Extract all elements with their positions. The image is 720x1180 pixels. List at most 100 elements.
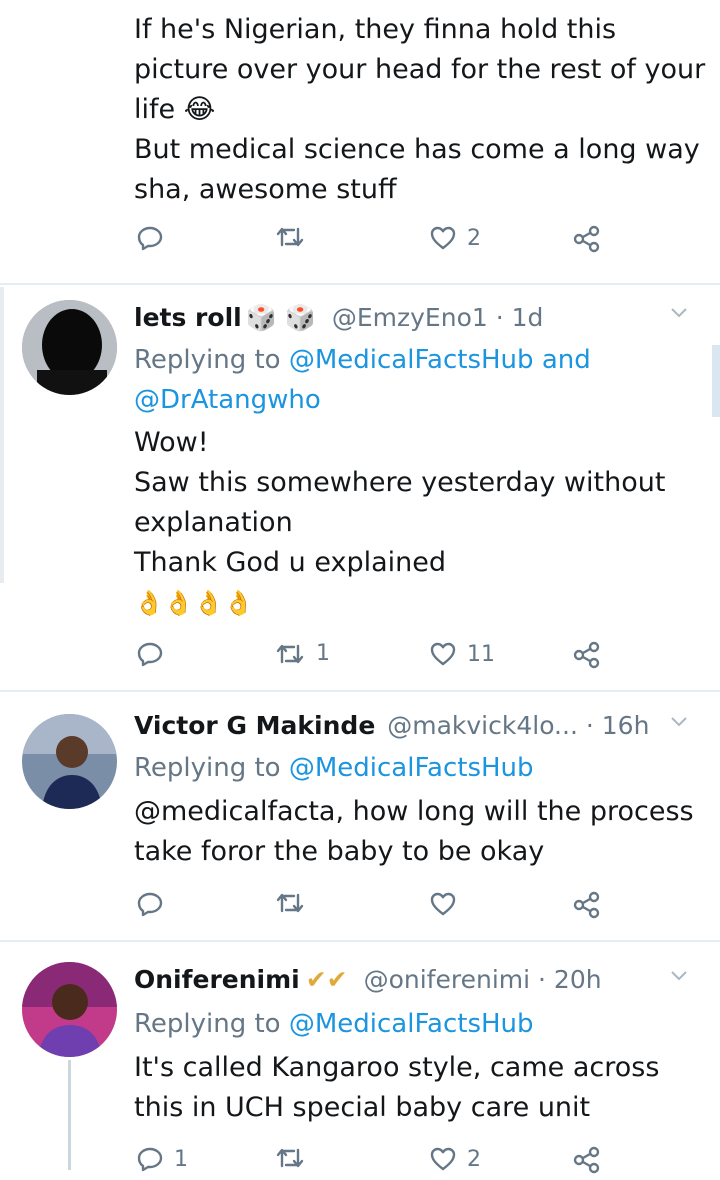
reply-button[interactable]: 1	[136, 1146, 188, 1172]
chevron-down-icon[interactable]	[670, 712, 688, 733]
handle[interactable]: @makvick4lo...	[387, 711, 578, 740]
body-line: But medical science has come a long way	[134, 134, 700, 165]
reply-button[interactable]	[136, 641, 174, 667]
replying-to: Replying to @MedicalFactsHub	[134, 748, 534, 788]
timestamp[interactable]: 20h	[554, 965, 602, 994]
replying-to-2: @DrAtangwho	[134, 380, 321, 420]
chevron-down-icon[interactable]	[670, 966, 688, 987]
reply-icon	[137, 226, 163, 251]
timestamp[interactable]: 16h	[602, 711, 650, 740]
body-line: Wow!	[134, 427, 209, 458]
dice-emoji: 🎲 🎲	[245, 303, 316, 332]
retweet-button[interactable]	[274, 1146, 316, 1170]
timestamp[interactable]: 1d	[512, 303, 544, 332]
avatar[interactable]	[22, 714, 117, 809]
replying-to: Replying to @MedicalFactsHub	[134, 1004, 534, 1044]
tweet-header: Victor G Makinde @makvick4lo... · 16h	[134, 710, 649, 742]
separator: ·	[495, 303, 504, 332]
body-line: 👌👌👌👌	[134, 589, 254, 617]
display-name[interactable]: lets roll	[134, 303, 242, 332]
avatar-image	[22, 714, 117, 809]
tweet-actions	[0, 891, 720, 925]
body-line: life 😂	[134, 94, 216, 125]
tweet-actions: 1 11	[0, 641, 720, 675]
like-button[interactable]	[429, 891, 467, 917]
divider	[0, 940, 720, 942]
replying-and: and	[541, 345, 591, 375]
handle[interactable]: @oniferenimi	[364, 965, 530, 994]
replying-to: Replying to @MedicalFactsHub and	[134, 340, 591, 380]
tweet-header: Oniferenimi ✔✔ @oniferenimi · 20h	[134, 964, 602, 996]
body-line: Thank God u explained	[134, 547, 447, 578]
body-line: this in UCH special baby care unit	[134, 1092, 591, 1123]
reply-button[interactable]	[136, 891, 174, 917]
display-name[interactable]: Oniferenimi	[134, 965, 300, 994]
tweet-body: Wow! Saw this somewhere yesterday withou…	[134, 423, 704, 623]
body-line: picture over your head for the rest of y…	[134, 54, 706, 85]
share-button[interactable]	[572, 1146, 602, 1174]
tweet-actions: 1 2	[0, 1146, 720, 1180]
reply-icon	[137, 892, 163, 917]
body-line: Saw this somewhere yesterday without	[134, 467, 666, 498]
share-button[interactable]	[572, 641, 602, 669]
like-count: 2	[467, 1146, 481, 1172]
body-line: If he's Nigerian, they finna hold this	[134, 14, 617, 45]
chevron-down-icon[interactable]	[670, 303, 688, 324]
tweet-header: lets roll 🎲 🎲 @EmzyEno1 · 1d	[134, 302, 543, 334]
like-button[interactable]: 2	[429, 225, 481, 251]
share-button[interactable]	[572, 891, 602, 919]
like-button[interactable]: 2	[429, 1146, 481, 1172]
reply-count: 1	[174, 1146, 188, 1172]
divider	[0, 690, 720, 692]
avatar[interactable]	[22, 962, 117, 1057]
divider	[0, 283, 720, 285]
mention-link[interactable]: @MedicalFactsHub	[289, 345, 534, 375]
retweet-button[interactable]	[274, 225, 316, 249]
body-line: @medicalfacta, how long will the process	[134, 796, 694, 827]
avatar-image	[22, 300, 117, 395]
tweet-body: It's called Kangaroo style, came across …	[134, 1048, 704, 1128]
like-count: 11	[467, 641, 495, 667]
retweet-count: 1	[316, 641, 330, 666]
heart-icon	[430, 892, 456, 916]
separator: ·	[538, 965, 546, 994]
body-line: sha, awesome stuff	[134, 174, 397, 205]
share-icon	[573, 1146, 600, 1174]
avatar[interactable]	[22, 300, 117, 395]
mention-link[interactable]: @MedicalFactsHub	[289, 753, 534, 783]
replying-prefix: Replying to	[134, 753, 281, 783]
avatar-image	[22, 962, 117, 1057]
tweet-body: If he's Nigerian, they finna hold this p…	[134, 10, 706, 210]
share-icon	[573, 891, 600, 919]
reply-icon	[137, 1147, 163, 1172]
scroll-indicator[interactable]	[712, 345, 720, 417]
replying-prefix: Replying to	[134, 1009, 281, 1039]
retweet-button[interactable]	[274, 891, 316, 915]
retweet-icon	[276, 893, 304, 913]
retweet-icon	[276, 1148, 304, 1168]
separator: ·	[585, 711, 594, 740]
handle[interactable]: @EmzyEno1	[332, 303, 488, 332]
like-button[interactable]: 11	[429, 641, 495, 667]
retweet-icon	[276, 644, 304, 663]
retweet-icon	[276, 227, 304, 247]
body-line: It's called Kangaroo style, came across	[134, 1052, 660, 1083]
mention-link[interactable]: @DrAtangwho	[134, 385, 321, 415]
body-line: explanation	[134, 507, 293, 538]
retweet-button[interactable]: 1	[274, 641, 330, 666]
heart-icon	[430, 1147, 456, 1171]
share-icon	[573, 225, 600, 253]
heart-icon	[430, 226, 456, 250]
display-name[interactable]: Victor G Makinde	[134, 711, 375, 740]
share-button[interactable]	[572, 225, 602, 253]
reply-button[interactable]	[136, 225, 174, 251]
like-count: 2	[467, 225, 481, 251]
reply-icon	[137, 642, 163, 667]
share-icon	[573, 641, 600, 669]
left-edge	[0, 287, 4, 583]
replying-prefix: Replying to	[134, 345, 281, 375]
heart-icon	[430, 642, 456, 666]
mention-link[interactable]: @MedicalFactsHub	[289, 1009, 534, 1039]
tweet-actions: 2	[0, 225, 720, 259]
checkmark-emoji: ✔✔	[305, 965, 348, 994]
